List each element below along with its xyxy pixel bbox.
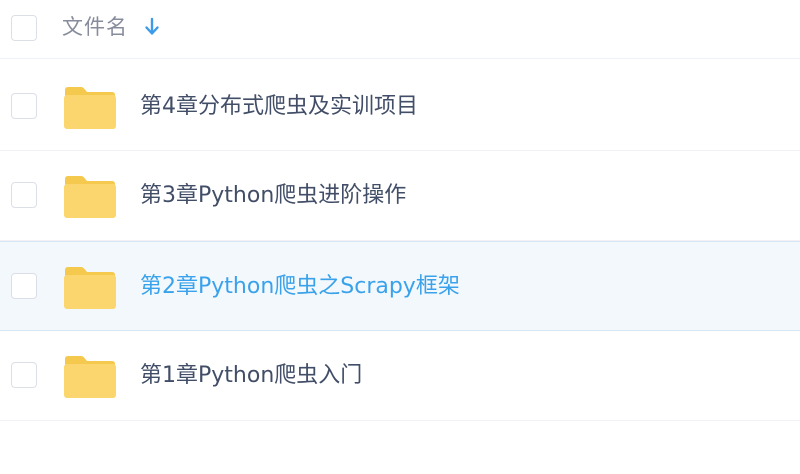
list-item[interactable]: 第1章Python爬虫入门 bbox=[0, 331, 800, 421]
list-item[interactable]: 第4章分布式爬虫及实训项目 bbox=[0, 62, 800, 151]
folder-icon bbox=[64, 176, 116, 218]
file-name[interactable]: 第3章Python爬虫进阶操作 bbox=[140, 180, 406, 212]
file-name[interactable]: 第4章分布式爬虫及实训项目 bbox=[140, 91, 418, 123]
column-header-filename[interactable]: 文件名 bbox=[62, 12, 128, 42]
file-list-header: 文件名 bbox=[0, 0, 800, 59]
row-checkbox[interactable] bbox=[11, 273, 37, 299]
file-name[interactable]: 第1章Python爬虫入门 bbox=[140, 360, 362, 392]
file-name[interactable]: 第2章Python爬虫之Scrapy框架 bbox=[140, 271, 460, 303]
folder-icon bbox=[64, 356, 116, 398]
arrow-down-icon[interactable] bbox=[144, 17, 160, 37]
list-item-selected[interactable]: 第2章Python爬虫之Scrapy框架 bbox=[0, 241, 800, 331]
row-checkbox[interactable] bbox=[11, 182, 37, 208]
row-checkbox[interactable] bbox=[11, 362, 37, 388]
folder-icon bbox=[64, 87, 116, 129]
folder-icon bbox=[64, 267, 116, 309]
select-all-checkbox[interactable] bbox=[11, 15, 37, 41]
file-list: 文件名 第4章分布式爬虫及实训项目 第3章Python爬虫进阶操作 第2章Pyt… bbox=[0, 0, 800, 474]
list-item[interactable]: 第3章Python爬虫进阶操作 bbox=[0, 151, 800, 241]
row-checkbox[interactable] bbox=[11, 93, 37, 119]
file-rows: 第4章分布式爬虫及实训项目 第3章Python爬虫进阶操作 第2章Python爬… bbox=[0, 62, 800, 421]
